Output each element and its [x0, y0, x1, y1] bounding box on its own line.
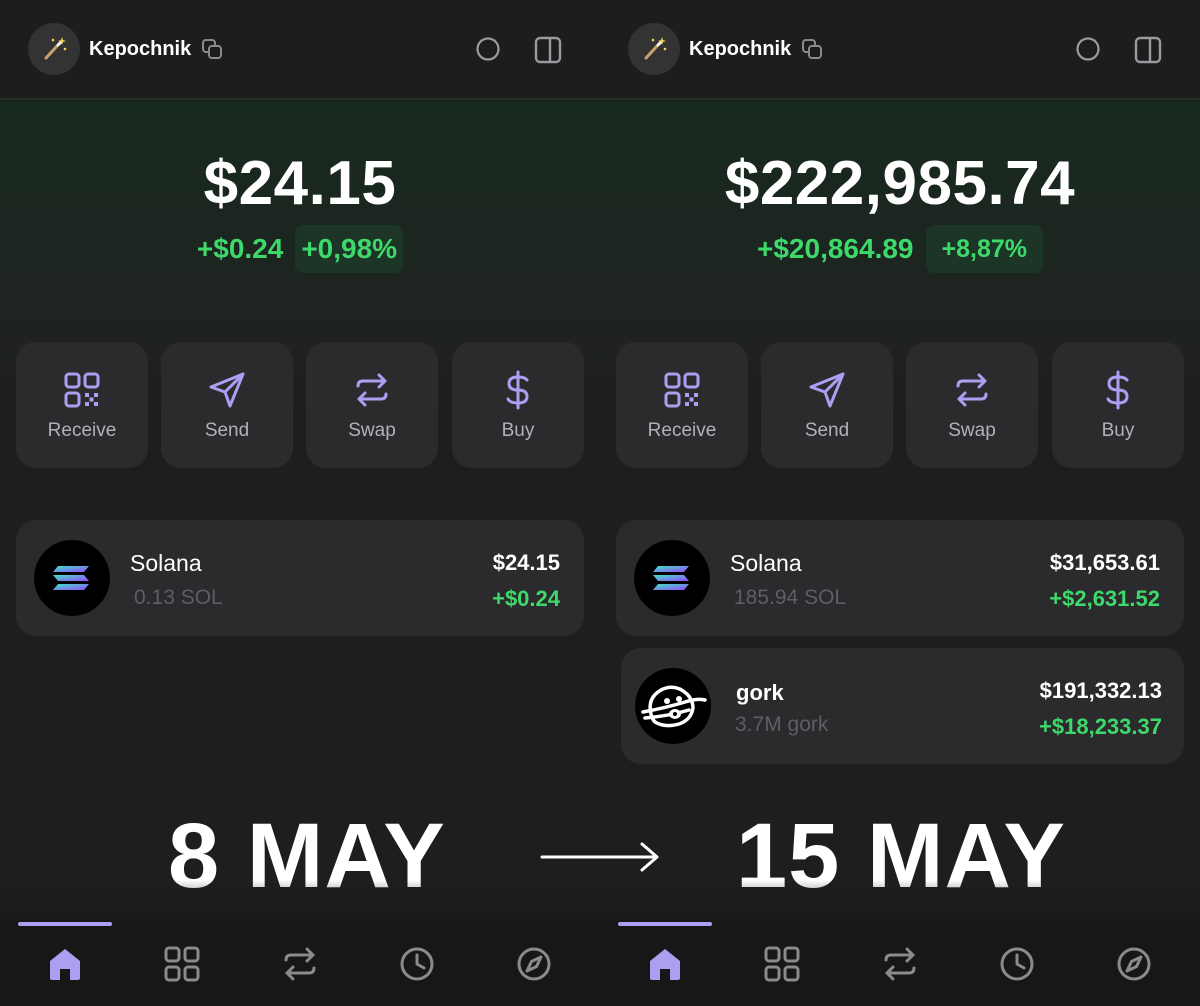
- swap-icon[interactable]: [280, 944, 320, 984]
- home-icon[interactable]: [645, 944, 685, 984]
- token-change: +$18,233.37: [1039, 714, 1162, 739]
- copy-icon[interactable]: [200, 37, 224, 61]
- active-tab-indicator: [18, 922, 112, 926]
- swap-button[interactable]: Swap: [906, 342, 1038, 468]
- buy-label: Buy: [1101, 420, 1135, 441]
- qr-code-icon: [664, 372, 700, 408]
- send-button[interactable]: Send: [161, 342, 293, 468]
- home-icon[interactable]: [45, 944, 85, 984]
- total-balance: $222,985.74: [724, 149, 1076, 218]
- receive-button[interactable]: Receive: [16, 342, 148, 468]
- token-value: $24.15: [492, 550, 560, 575]
- magic-wand-icon: [644, 37, 667, 60]
- buy-button[interactable]: Buy: [1052, 342, 1184, 468]
- token-name: gork: [736, 680, 784, 705]
- solana-logo-icon: [34, 540, 110, 616]
- explore-compass-icon[interactable]: [514, 944, 554, 984]
- swap-icon[interactable]: [880, 944, 920, 984]
- bottom-shade: [0, 880, 600, 920]
- dollar-icon: [506, 370, 529, 410]
- token-change: +$0.24: [492, 586, 560, 611]
- total-balance: $24.15: [203, 149, 397, 218]
- send-button[interactable]: Send: [761, 342, 893, 468]
- send-icon: [809, 372, 845, 408]
- balance-change-row: +$20,864.89 +8,87%: [600, 224, 1200, 274]
- balance-change-row: +$0.24 +0,98%: [0, 224, 600, 274]
- account-avatar[interactable]: [28, 23, 80, 75]
- gork-logo-icon: [635, 668, 711, 744]
- status-circle-icon[interactable]: [475, 36, 501, 62]
- collectibles-grid-icon[interactable]: [162, 944, 202, 984]
- magic-wand-icon: [44, 37, 67, 60]
- token-amount: 185.94 SOL: [734, 586, 847, 609]
- active-tab-indicator: [618, 922, 712, 926]
- swap-label: Swap: [948, 420, 996, 441]
- token-amount: 3.7M gork: [735, 713, 829, 736]
- qr-code-icon: [64, 372, 100, 408]
- sidebar-toggle-icon[interactable]: [533, 35, 563, 65]
- history-clock-icon[interactable]: [397, 944, 437, 984]
- copy-icon[interactable]: [800, 37, 824, 61]
- balance-change-amount: +$20,864.89: [757, 233, 914, 264]
- status-circle-icon[interactable]: [1075, 36, 1101, 62]
- receive-button[interactable]: Receive: [616, 342, 748, 468]
- arrow-right-icon: [540, 842, 659, 872]
- bottom-shade: [600, 880, 1200, 920]
- explore-compass-icon[interactable]: [1114, 944, 1154, 984]
- wallet-header: Kepochnik: [0, 0, 600, 100]
- account-name[interactable]: Kepochnik: [689, 36, 791, 62]
- dollar-icon: [1106, 370, 1129, 410]
- solana-logo-icon: [634, 540, 710, 616]
- buy-label: Buy: [501, 420, 535, 441]
- receive-label: Receive: [47, 420, 117, 441]
- receive-label: Receive: [647, 420, 717, 441]
- token-row-solana[interactable]: Solana 0.13 SOL $24.15 +$0.24: [16, 520, 584, 636]
- balance-change-percent: +0,98%: [295, 225, 404, 273]
- wallet-header: Kepochnik: [600, 0, 1200, 100]
- token-row-gork[interactable]: gork 3.7M gork $191,332.13 +$18,233.37: [621, 648, 1184, 764]
- token-change: +$2,631.52: [1049, 586, 1160, 611]
- swap-button[interactable]: Swap: [306, 342, 438, 468]
- sidebar-toggle-icon[interactable]: [1133, 35, 1163, 65]
- token-amount: 0.13 SOL: [134, 586, 223, 609]
- wallet-panel-after: Kepochnik $222,985.74 +$20,864.89 +8,87%: [600, 0, 1200, 1006]
- swap-icon: [956, 373, 988, 407]
- send-label: Send: [204, 420, 250, 441]
- swap-label: Swap: [348, 420, 396, 441]
- send-icon: [209, 372, 245, 408]
- token-row-solana[interactable]: Solana 185.94 SOL $31,653.61 +$2,631.52: [616, 520, 1184, 636]
- account-name[interactable]: Kepochnik: [89, 36, 191, 62]
- balance-change-amount: +$0.24: [196, 233, 284, 264]
- token-value: $191,332.13: [1039, 678, 1162, 703]
- collectibles-grid-icon[interactable]: [762, 944, 802, 984]
- buy-button[interactable]: Buy: [452, 342, 584, 468]
- swap-icon: [356, 373, 388, 407]
- account-avatar[interactable]: [628, 23, 680, 75]
- balance-change-percent: +8,87%: [925, 225, 1043, 273]
- token-name: Solana: [730, 550, 802, 576]
- bottom-navigation: [600, 920, 1200, 1006]
- send-label: Send: [804, 420, 850, 441]
- bottom-navigation: [0, 920, 600, 1006]
- history-clock-icon[interactable]: [997, 944, 1037, 984]
- wallet-panel-before: Kepochnik $24.15 +$0.24 +0,98% Receive S…: [0, 0, 600, 1006]
- token-name: Solana: [130, 550, 202, 576]
- token-value: $31,653.61: [1049, 550, 1160, 575]
